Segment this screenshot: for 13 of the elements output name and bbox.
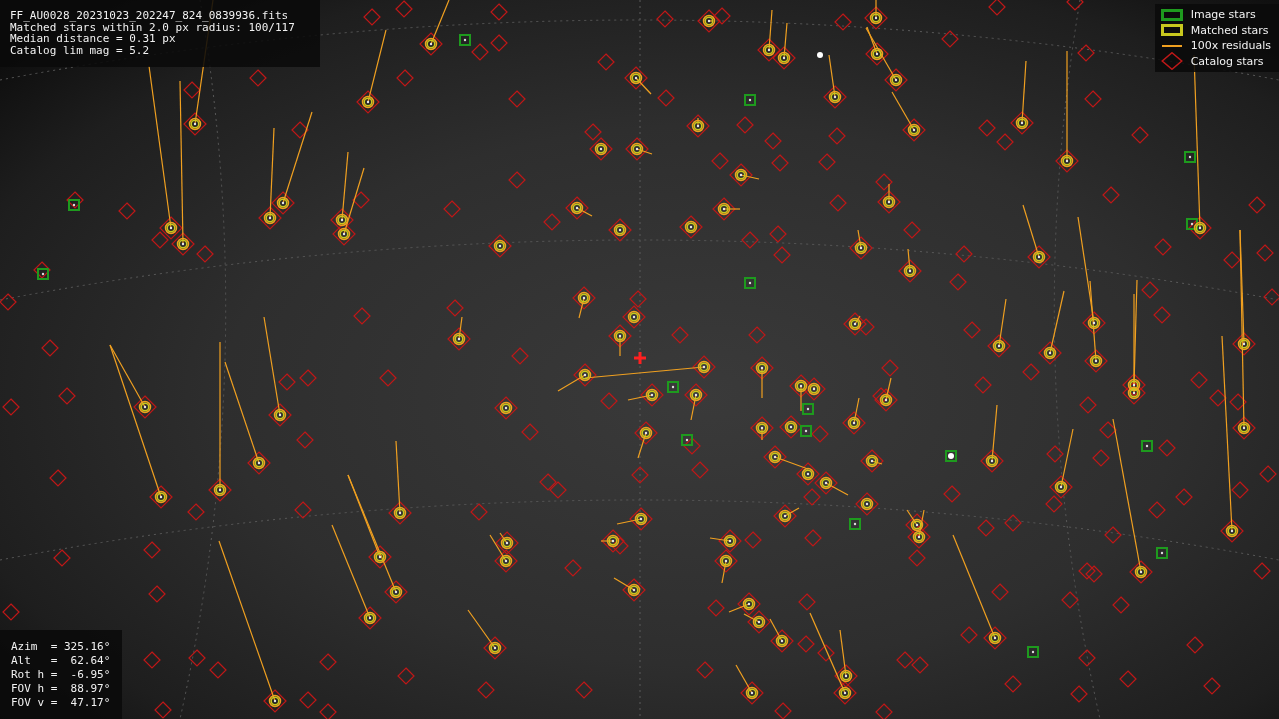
info-line: Catalog lim mag = 5.2 <box>10 44 151 56</box>
info-line: Matched stars within 2.0 px radius: 100/117 <box>10 21 296 33</box>
pointing-line: Azim = 325.16° <box>11 640 112 654</box>
legend-label: 100x residuals <box>1190 40 1271 52</box>
legend-label: Catalog stars <box>1190 55 1264 67</box>
info-line: Median distance = 0.31 px <box>10 33 176 45</box>
info-line: FF_AU0028_20231023_202247_824_0839936.fits <box>10 10 290 22</box>
legend-label: Matched stars <box>1190 24 1269 36</box>
pointing-line: Alt = 62.64° <box>11 654 112 668</box>
legend-label: Image stars <box>1190 9 1256 21</box>
pointing-line: FOV v = 47.17° <box>11 696 112 710</box>
pointing-line: Rot h = -6.95° <box>11 668 112 682</box>
pointing-line: FOV h = 88.97° <box>11 682 112 696</box>
